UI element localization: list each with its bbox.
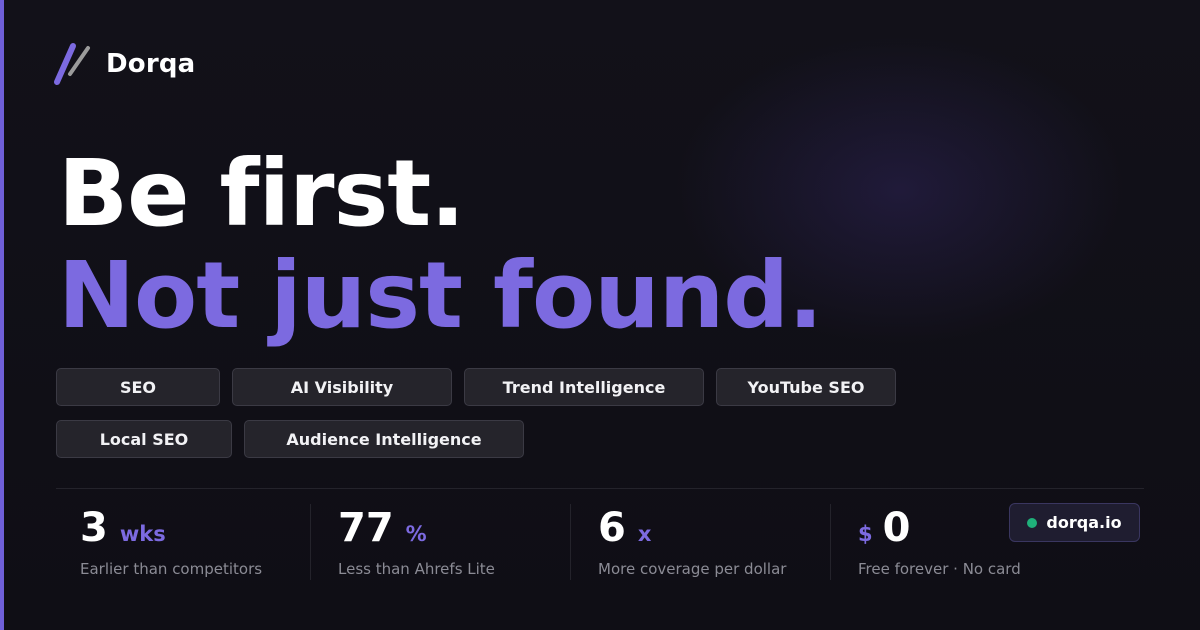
stat-label: Less than Ahrefs Lite bbox=[338, 560, 495, 578]
stat-value: 0 bbox=[882, 505, 911, 551]
brand-logo[interactable]: Dorqa bbox=[52, 40, 195, 88]
headline-line-1: Be first. bbox=[58, 140, 465, 247]
stat-separator bbox=[570, 504, 571, 580]
stat-coverage: 6 x More coverage per dollar bbox=[598, 508, 786, 578]
stat-value: 6 bbox=[598, 505, 626, 551]
stat-unit: % bbox=[405, 522, 427, 546]
feature-chip-ai-visibility: AI Visibility bbox=[232, 368, 452, 406]
hero-card: Dorqa Be first. Not just found. SEO AI V… bbox=[0, 0, 1200, 630]
stat-label: Earlier than competitors bbox=[80, 560, 263, 578]
status-dot-icon bbox=[1027, 517, 1038, 528]
stat-separator bbox=[310, 504, 311, 580]
brand-name: Dorqa bbox=[106, 49, 196, 79]
stat-prefix: $ bbox=[858, 522, 873, 546]
stats-divider bbox=[56, 488, 1144, 489]
feature-chip-seo: SEO bbox=[56, 368, 220, 406]
stat-free: $ 0 Free forever · No card bbox=[858, 508, 1021, 578]
url-text: dorqa.io bbox=[1046, 513, 1122, 532]
feature-chip-local-seo: Local SEO bbox=[56, 420, 232, 458]
double-slash-logo-icon bbox=[54, 43, 90, 85]
feature-chip-audience-intelligence: Audience Intelligence bbox=[244, 420, 524, 458]
accent-bar bbox=[0, 0, 4, 630]
stat-price-comparison: 77 % Less than Ahrefs Lite bbox=[338, 508, 495, 578]
stat-unit: wks bbox=[119, 522, 166, 546]
url-badge[interactable]: dorqa.io bbox=[1009, 503, 1140, 542]
headline-line-2: Not just found. bbox=[58, 242, 823, 349]
stat-label: More coverage per dollar bbox=[598, 560, 787, 578]
stat-separator bbox=[830, 504, 831, 580]
stat-value: 77 bbox=[338, 505, 394, 551]
stat-earlier: 3 wks Earlier than competitors bbox=[80, 508, 262, 578]
feature-chip-youtube-seo: YouTube SEO bbox=[716, 368, 896, 406]
stat-label: Free forever · No card bbox=[858, 560, 1021, 578]
feature-chip-trend-intelligence: Trend Intelligence bbox=[464, 368, 704, 406]
stat-unit: x bbox=[637, 522, 652, 546]
stat-value: 3 bbox=[80, 505, 108, 551]
